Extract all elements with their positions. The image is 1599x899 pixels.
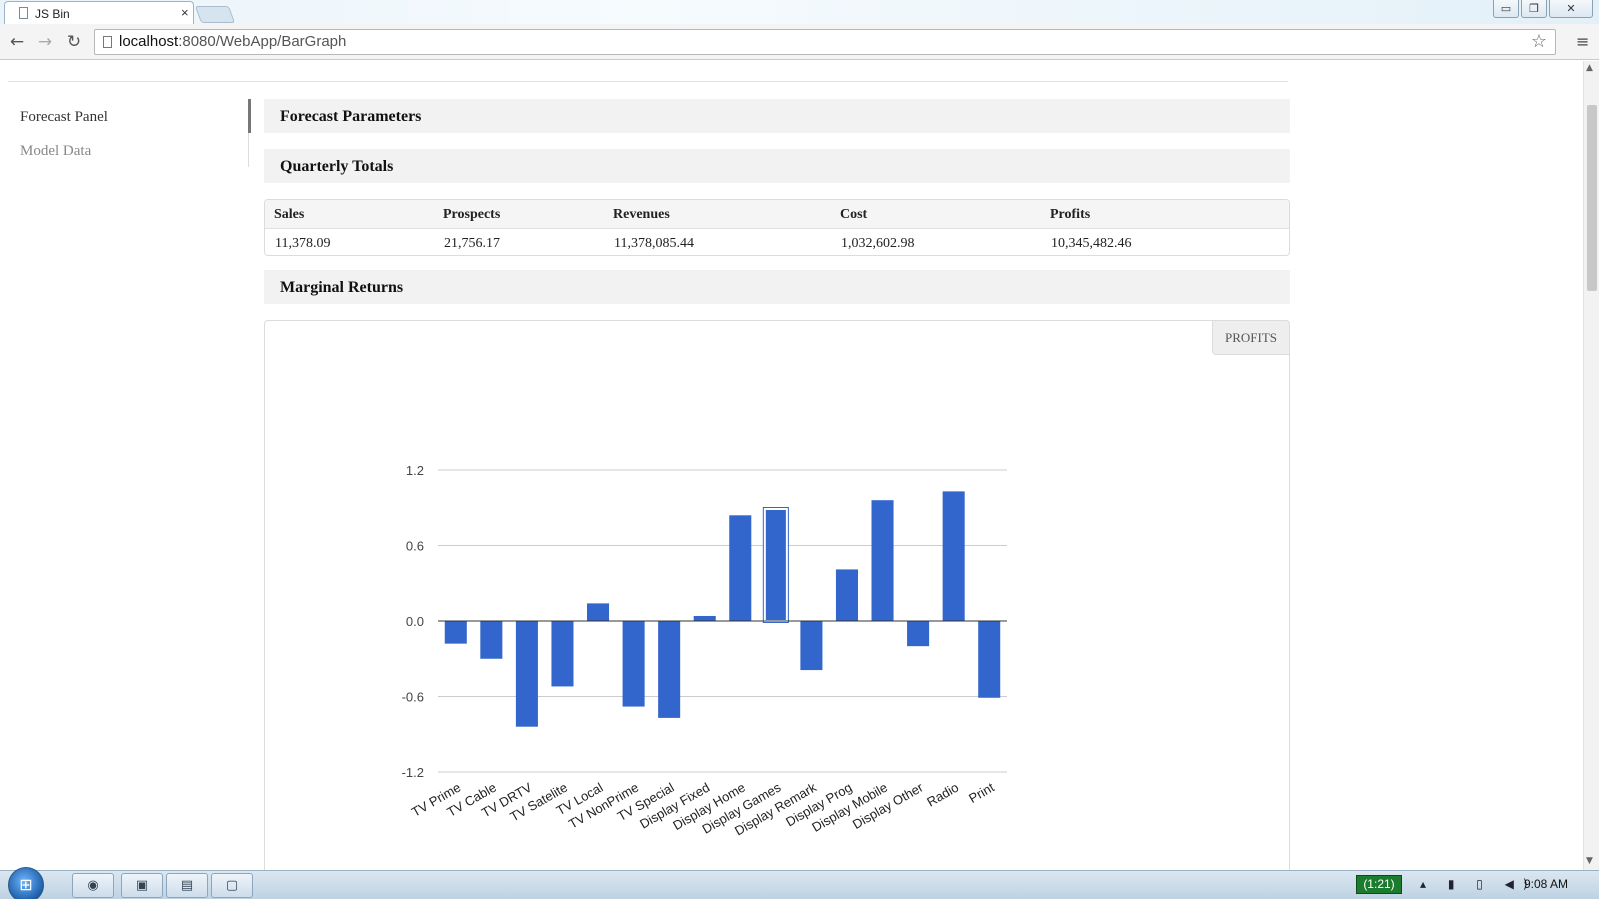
window-controls: ▭ ❐ ✕	[1493, 0, 1593, 20]
cell-cost: 1,032,602.98	[841, 236, 915, 251]
minimize-button[interactable]: ▭	[1493, 0, 1519, 18]
page-icon	[103, 36, 112, 48]
scroll-up-icon[interactable]: ▲	[1586, 63, 1593, 73]
back-icon[interactable]: ←	[6, 31, 28, 53]
bookmark-star-icon[interactable]: ☆	[1531, 31, 1547, 52]
bar[interactable]	[515, 621, 538, 727]
y-tick-label: 0.0	[406, 614, 424, 629]
totals-table: Sales Prospects Revenues Cost Profits 11…	[264, 199, 1290, 256]
sidebar-item-model-data[interactable]: Model Data	[20, 143, 91, 160]
x-tick-label: Radio	[924, 780, 961, 810]
y-tick-label: 0.6	[406, 539, 424, 554]
browser-toolbar: ← → ↻ localhost:8080/WebApp/BarGraph ☆ ≡	[0, 24, 1599, 60]
address-bar[interactable]: localhost:8080/WebApp/BarGraph ☆	[94, 29, 1556, 55]
column-header-sales: Sales	[274, 207, 305, 222]
bar[interactable]	[800, 621, 823, 671]
sidebar-item-forecast-panel[interactable]: Forecast Panel	[20, 109, 108, 126]
browser-titlebar: JS Bin × ▭ ❐ ✕	[0, 0, 1599, 25]
close-window-button[interactable]: ✕	[1549, 0, 1593, 18]
cell-revenues: 11,378,085.44	[614, 236, 694, 251]
y-tick-label: -0.6	[402, 690, 424, 705]
restore-button[interactable]: ❐	[1521, 0, 1547, 18]
bar[interactable]	[622, 621, 645, 707]
browser-menu-icon[interactable]: ≡	[1576, 32, 1589, 51]
tab-close-icon[interactable]: ×	[181, 5, 189, 20]
bar[interactable]	[978, 621, 1001, 698]
nav-divider	[248, 133, 249, 167]
url-text: localhost:8080/WebApp/BarGraph	[119, 33, 347, 50]
column-header-profits: Profits	[1050, 207, 1091, 222]
y-tick-label: 1.2	[406, 463, 424, 478]
bar[interactable]	[658, 621, 681, 718]
cell-prospects: 21,756.17	[444, 236, 500, 251]
x-tick-label: Print	[966, 779, 997, 806]
os-taskbar: ⊞ ◉ ▣ ▤ ▢ (1:21) ▴ ▮ ▯ ◀) 9:08 AM	[0, 867, 1599, 899]
start-button[interactable]: ⊞	[8, 867, 44, 899]
battery-indicator[interactable]: (1:21)	[1356, 875, 1402, 894]
bar[interactable]	[763, 508, 788, 622]
active-indicator	[248, 99, 251, 133]
bar[interactable]	[871, 500, 894, 621]
new-tab-button[interactable]	[194, 6, 236, 23]
bar-chart: 1.20.60.0-0.6-1.2TV PrimeTV CableTV DRTV…	[402, 463, 1007, 838]
bar[interactable]	[480, 621, 503, 659]
window-taskbar-icon[interactable]: ▢	[211, 873, 253, 898]
app-taskbar-icon[interactable]: ▣	[121, 873, 163, 898]
scroll-down-icon[interactable]: ▼	[1586, 856, 1593, 866]
explorer-taskbar-icon[interactable]: ▤	[166, 873, 208, 898]
system-tray-icons[interactable]: ▴ ▮ ▯ ◀)	[1420, 877, 1537, 891]
bar[interactable]	[693, 615, 716, 621]
bar[interactable]	[729, 515, 752, 621]
column-header-cost: Cost	[840, 207, 868, 222]
column-header-revenues: Revenues	[613, 207, 670, 222]
browser-tab[interactable]: JS Bin ×	[4, 1, 194, 25]
marginal-returns-header[interactable]: Marginal Returns	[264, 270, 1290, 304]
forecast-parameters-header[interactable]: Forecast Parameters	[264, 99, 1290, 133]
reload-icon[interactable]: ↻	[63, 31, 85, 53]
chrome-taskbar-icon[interactable]: ◉	[72, 873, 114, 898]
chart-panel: PROFITS 1.2 0.6 0.0 -0.6 -1.2 TV Prime TV Cabl…	[264, 320, 1290, 870]
forward-icon[interactable]: →	[34, 31, 56, 53]
scroll-thumb[interactable]	[1587, 105, 1597, 291]
column-header-prospects: Prospects	[443, 207, 501, 222]
tab-title: JS Bin	[35, 7, 70, 21]
page-scrollbar[interactable]: ▲ ▼	[1583, 61, 1599, 870]
quarterly-totals-header[interactable]: Quarterly Totals	[264, 149, 1290, 183]
divider	[8, 81, 1288, 82]
bar[interactable]	[835, 569, 858, 621]
table-header-row: Sales Prospects Revenues Cost Profits	[265, 200, 1289, 229]
taskbar-clock[interactable]: 9:08 AM	[1524, 877, 1568, 891]
bar[interactable]	[551, 621, 574, 687]
cell-profits: 10,345,482.46	[1051, 236, 1132, 251]
page-content: Forecast Panel Model Data Forecast Param…	[0, 61, 1583, 870]
cell-sales: 11,378.09	[275, 236, 331, 251]
y-tick-label: -1.2	[402, 765, 424, 780]
bar[interactable]	[907, 621, 930, 647]
bar[interactable]	[942, 491, 965, 621]
page-icon	[19, 7, 28, 19]
bar[interactable]	[587, 603, 610, 621]
bar[interactable]	[444, 621, 467, 644]
